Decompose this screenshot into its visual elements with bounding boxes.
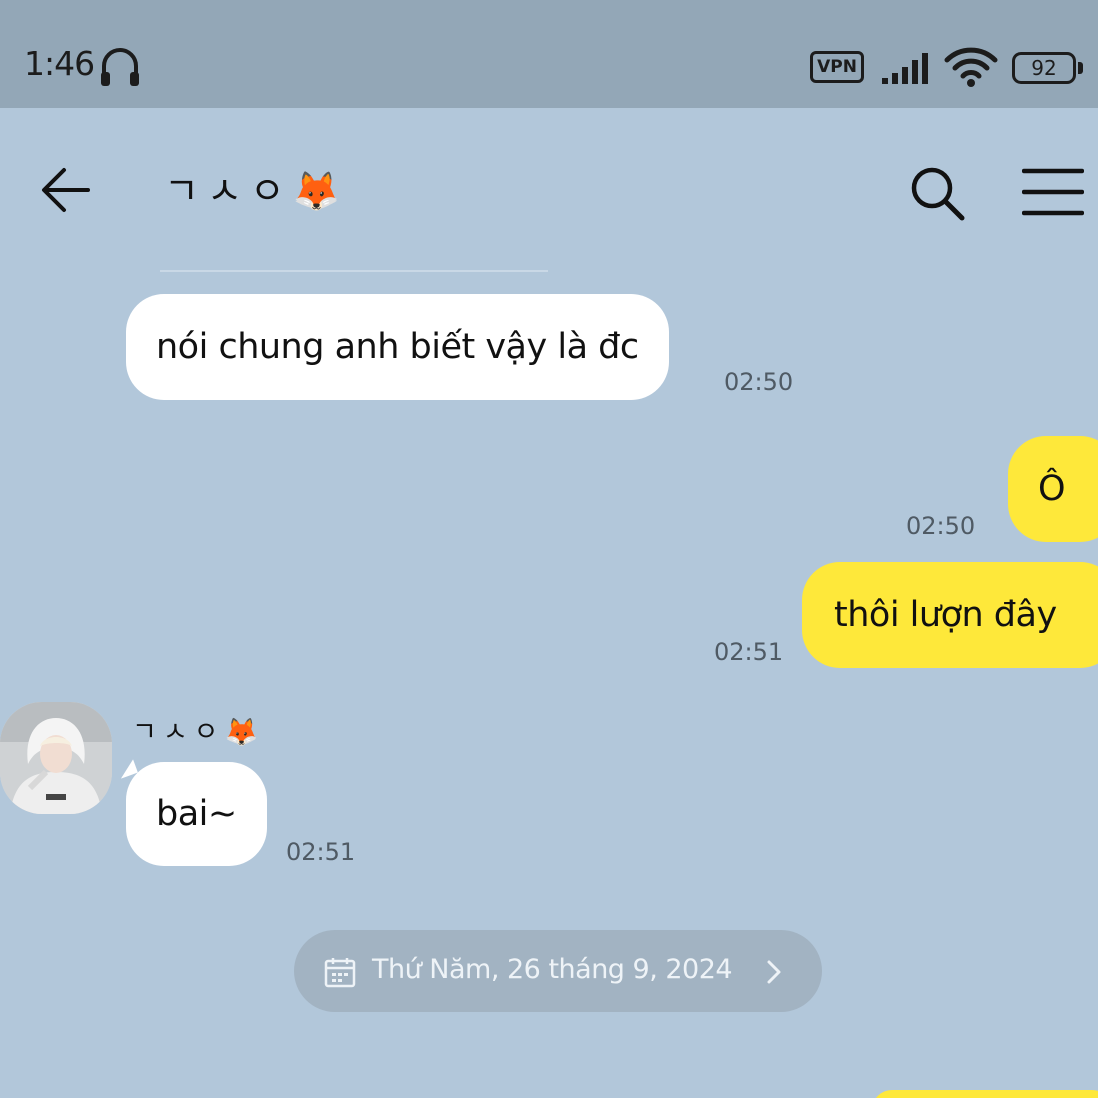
message-bubble-outgoing-partial[interactable] — [872, 1090, 1098, 1098]
message-time: 02:50 — [724, 368, 794, 396]
menu-icon[interactable] — [1021, 168, 1085, 220]
message-text: thôi lượn đây — [834, 595, 1057, 635]
chevron-right-icon — [764, 958, 784, 993]
calendar-icon — [324, 956, 356, 995]
back-arrow-icon[interactable] — [38, 164, 94, 220]
message-time: 02:51 — [286, 838, 356, 866]
message-text: Ô — [1038, 469, 1066, 509]
battery-icon: 92 — [1012, 52, 1076, 84]
chat-screen: 1:46 VPN 92 ㄱㅅㅇ🦊 nói chung anh biết vậy … — [0, 0, 1098, 1098]
search-icon[interactable] — [908, 164, 966, 226]
wifi-icon — [944, 46, 998, 92]
message-bubble-incoming[interactable]: nói chung anh biết vậy là đc — [126, 294, 669, 400]
message-time: 02:50 — [906, 512, 976, 540]
status-time: 1:46 — [24, 44, 95, 83]
message-bubble-outgoing[interactable]: thôi lượn đây — [802, 562, 1098, 668]
message-bubble-outgoing[interactable]: Ô — [1008, 436, 1098, 542]
headset-icon — [98, 46, 142, 92]
message-text: nói chung anh biết vậy là đc — [156, 327, 639, 367]
message-bubble-incoming[interactable]: bai~ — [126, 762, 267, 866]
chat-title[interactable]: ㄱㅅㅇ🦊 — [164, 160, 348, 215]
message-text: bai~ — [156, 794, 237, 834]
signal-icon — [880, 50, 932, 90]
battery-tip — [1078, 62, 1083, 74]
status-bar: 1:46 VPN 92 — [0, 0, 1098, 108]
sender-name: ㄱㅅㅇ🦊 — [132, 717, 265, 748]
divider-line — [160, 270, 548, 272]
date-label: Thứ Năm, 26 tháng 9, 2024 — [372, 954, 733, 985]
vpn-badge: VPN — [810, 51, 864, 83]
date-separator[interactable]: Thứ Năm, 26 tháng 9, 2024 — [294, 930, 822, 1012]
avatar[interactable] — [0, 702, 112, 814]
message-time: 02:51 — [714, 638, 784, 666]
